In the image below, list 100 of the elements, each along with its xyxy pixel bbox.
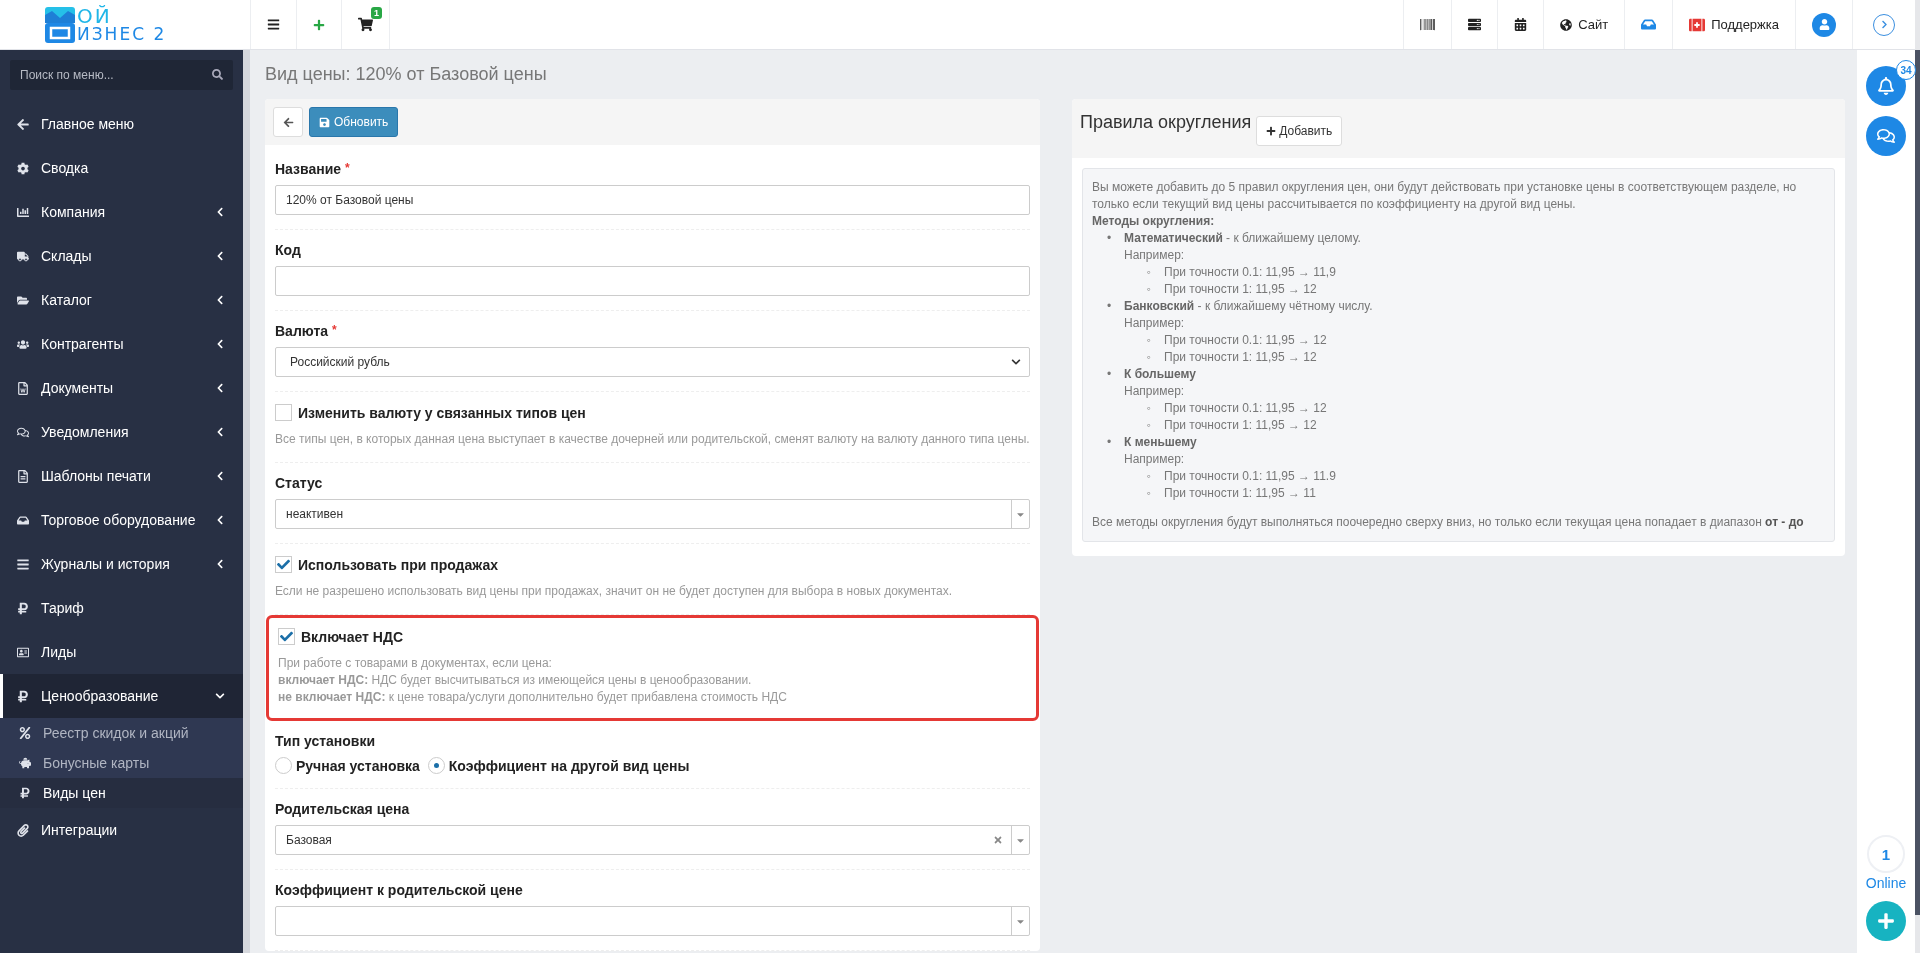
sidebar-item[interactable]: Склады (0, 234, 243, 278)
checkbox-label: Включает НДС (301, 628, 404, 645)
example-text: При точности 0.1: 11,95 → 12 (1164, 400, 1327, 417)
calendar-icon (1514, 18, 1528, 31)
plus-icon (1877, 912, 1895, 930)
sidebar-item[interactable]: Ценообразование (0, 674, 243, 718)
sidebar-item[interactable]: Документы (0, 366, 243, 410)
menu-icon (267, 18, 280, 31)
clear-icon[interactable] (993, 835, 1003, 845)
text-field[interactable]: 120% от Базовой цены (275, 185, 1030, 215)
combo-field[interactable]: неактивен (275, 499, 1030, 529)
example-label: Например: (1124, 247, 1186, 264)
checkbox-label: Использовать при продажах (298, 556, 498, 573)
paperclip-icon (17, 823, 29, 837)
sidebar-item[interactable]: Шаблоны печати (0, 454, 243, 498)
example-text: При точности 1: 11,95 → 11 (1164, 485, 1316, 502)
panel-title: Правила округления (1080, 112, 1252, 133)
page-title: Вид цены: 120% от Базовой цены (265, 64, 548, 85)
radio-button[interactable] (427, 757, 445, 774)
sidebar-item[interactable]: Интеграции (0, 808, 243, 852)
sidebar-item[interactable]: Контрагенты (0, 322, 243, 366)
arrow-left-icon (282, 116, 294, 128)
chat-bubbles-icon (1877, 127, 1895, 145)
field-label: Название (275, 161, 342, 177)
example-text: При точности 1: 11,95 → 12 (1164, 349, 1317, 366)
list-bullet: ◦ (1145, 485, 1153, 502)
server-icon (1468, 18, 1482, 31)
example-label: Например: (1124, 383, 1186, 400)
radio-button[interactable] (275, 757, 292, 774)
sidebar-item[interactable]: Уведомления (0, 410, 243, 454)
globe-icon (1560, 18, 1573, 31)
checkbox[interactable] (275, 556, 292, 573)
contact-card-icon (17, 645, 29, 659)
sidebar-item[interactable]: Лиды (0, 630, 243, 674)
support-link[interactable]: Поддержка (1672, 0, 1795, 49)
chat-button[interactable] (1866, 116, 1906, 156)
list-bullet: ◦ (1145, 281, 1153, 298)
sidebar-item[interactable]: Каталог (0, 278, 243, 322)
help-text: Все типы цен, в которых данная цена выступает в качестве дочерней или родительской, сменят валюту на валюту данного типа цены. (275, 431, 1030, 448)
sidebar-item[interactable]: Тариф (0, 586, 243, 630)
sidebar-item[interactable]: Компания (0, 190, 243, 234)
field-label: Валюта (275, 323, 329, 339)
select-field[interactable]: Российский рубль (275, 347, 1030, 377)
method-text: К большему (1124, 366, 1197, 383)
sidebar-item[interactable]: Журналы и история (0, 542, 243, 586)
save-button[interactable]: Обновить (309, 107, 399, 137)
checkbox[interactable] (275, 404, 292, 421)
first-aid-icon (1689, 16, 1706, 33)
truck-icon (17, 249, 29, 263)
add-button[interactable] (1866, 901, 1906, 941)
search-icon (212, 69, 223, 80)
bar-chart-icon (17, 205, 29, 219)
sidebar-item[interactable]: Сводка (0, 146, 243, 190)
method-text: К меньшему (1124, 434, 1198, 451)
sidebar-item[interactable]: Главное меню (0, 102, 243, 146)
radio-label: Ручная установка (296, 757, 420, 774)
combo-field[interactable]: Базовая (275, 825, 1030, 855)
percent-icon (19, 727, 31, 739)
plus-icon (1266, 126, 1277, 136)
list-bullet: • (1105, 366, 1113, 383)
menu-icon (17, 557, 29, 571)
list-bullet: ◦ (1145, 332, 1153, 349)
chat-bubbles-icon (17, 425, 29, 439)
example-text: При точности 0.1: 11,95 → 11,9 (1164, 264, 1336, 281)
logo-icon (45, 6, 75, 43)
footer-text: Все методы округления будут выполняться поочередно сверху вниз, но только если текущая цена попадает в диапазон от - до (1092, 514, 1805, 531)
text-field[interactable] (275, 266, 1030, 296)
list-bullet: • (1105, 434, 1113, 451)
help-text: не включает НДС: к цене товара/услуги дополнительно будет прибавлена стоимость НДС (278, 689, 788, 706)
gear-icon (17, 161, 29, 175)
search-field[interactable]: Поиск по меню... (10, 60, 233, 90)
list-bullet: ◦ (1145, 264, 1153, 281)
cart-icon (358, 17, 373, 32)
required-mark: * (345, 161, 350, 177)
site-link[interactable]: Сайт (1543, 0, 1625, 49)
required-mark: * (332, 323, 337, 339)
bell-icon (1877, 77, 1895, 95)
user-icon (1812, 12, 1836, 37)
add-button[interactable]: Добавить (1256, 116, 1343, 146)
sidebar-subitem[interactable]: Виды цен (0, 778, 243, 808)
field-label: Код (275, 242, 301, 258)
cart-badge: 1 (371, 7, 382, 19)
back-button[interactable] (273, 107, 303, 137)
checkbox[interactable] (278, 628, 295, 645)
field-label: Родительская цена (275, 801, 410, 817)
methods-title: Методы округления: (1092, 213, 1216, 230)
radio-label: Коэффициент на другой вид цены (448, 757, 690, 774)
sidebar-subitem[interactable]: Бонусные карты (0, 748, 243, 778)
ruble-icon (17, 601, 29, 615)
combo-field[interactable] (275, 906, 1030, 936)
arrow-left-icon (17, 117, 29, 131)
list-bullet: • (1105, 298, 1113, 315)
tray-icon (1641, 17, 1657, 32)
field-label: Коэффициент к родительской цене (275, 882, 523, 898)
example-text: При точности 1: 11,95 → 12 (1164, 281, 1317, 298)
sidebar-subitem[interactable]: Реестр скидок и акций (0, 718, 243, 748)
list-bullet: • (1105, 230, 1113, 247)
example-label: Например: (1124, 451, 1186, 468)
chevron-down-icon (1011, 357, 1021, 367)
sidebar-item[interactable]: Торговое оборудование (0, 498, 243, 542)
